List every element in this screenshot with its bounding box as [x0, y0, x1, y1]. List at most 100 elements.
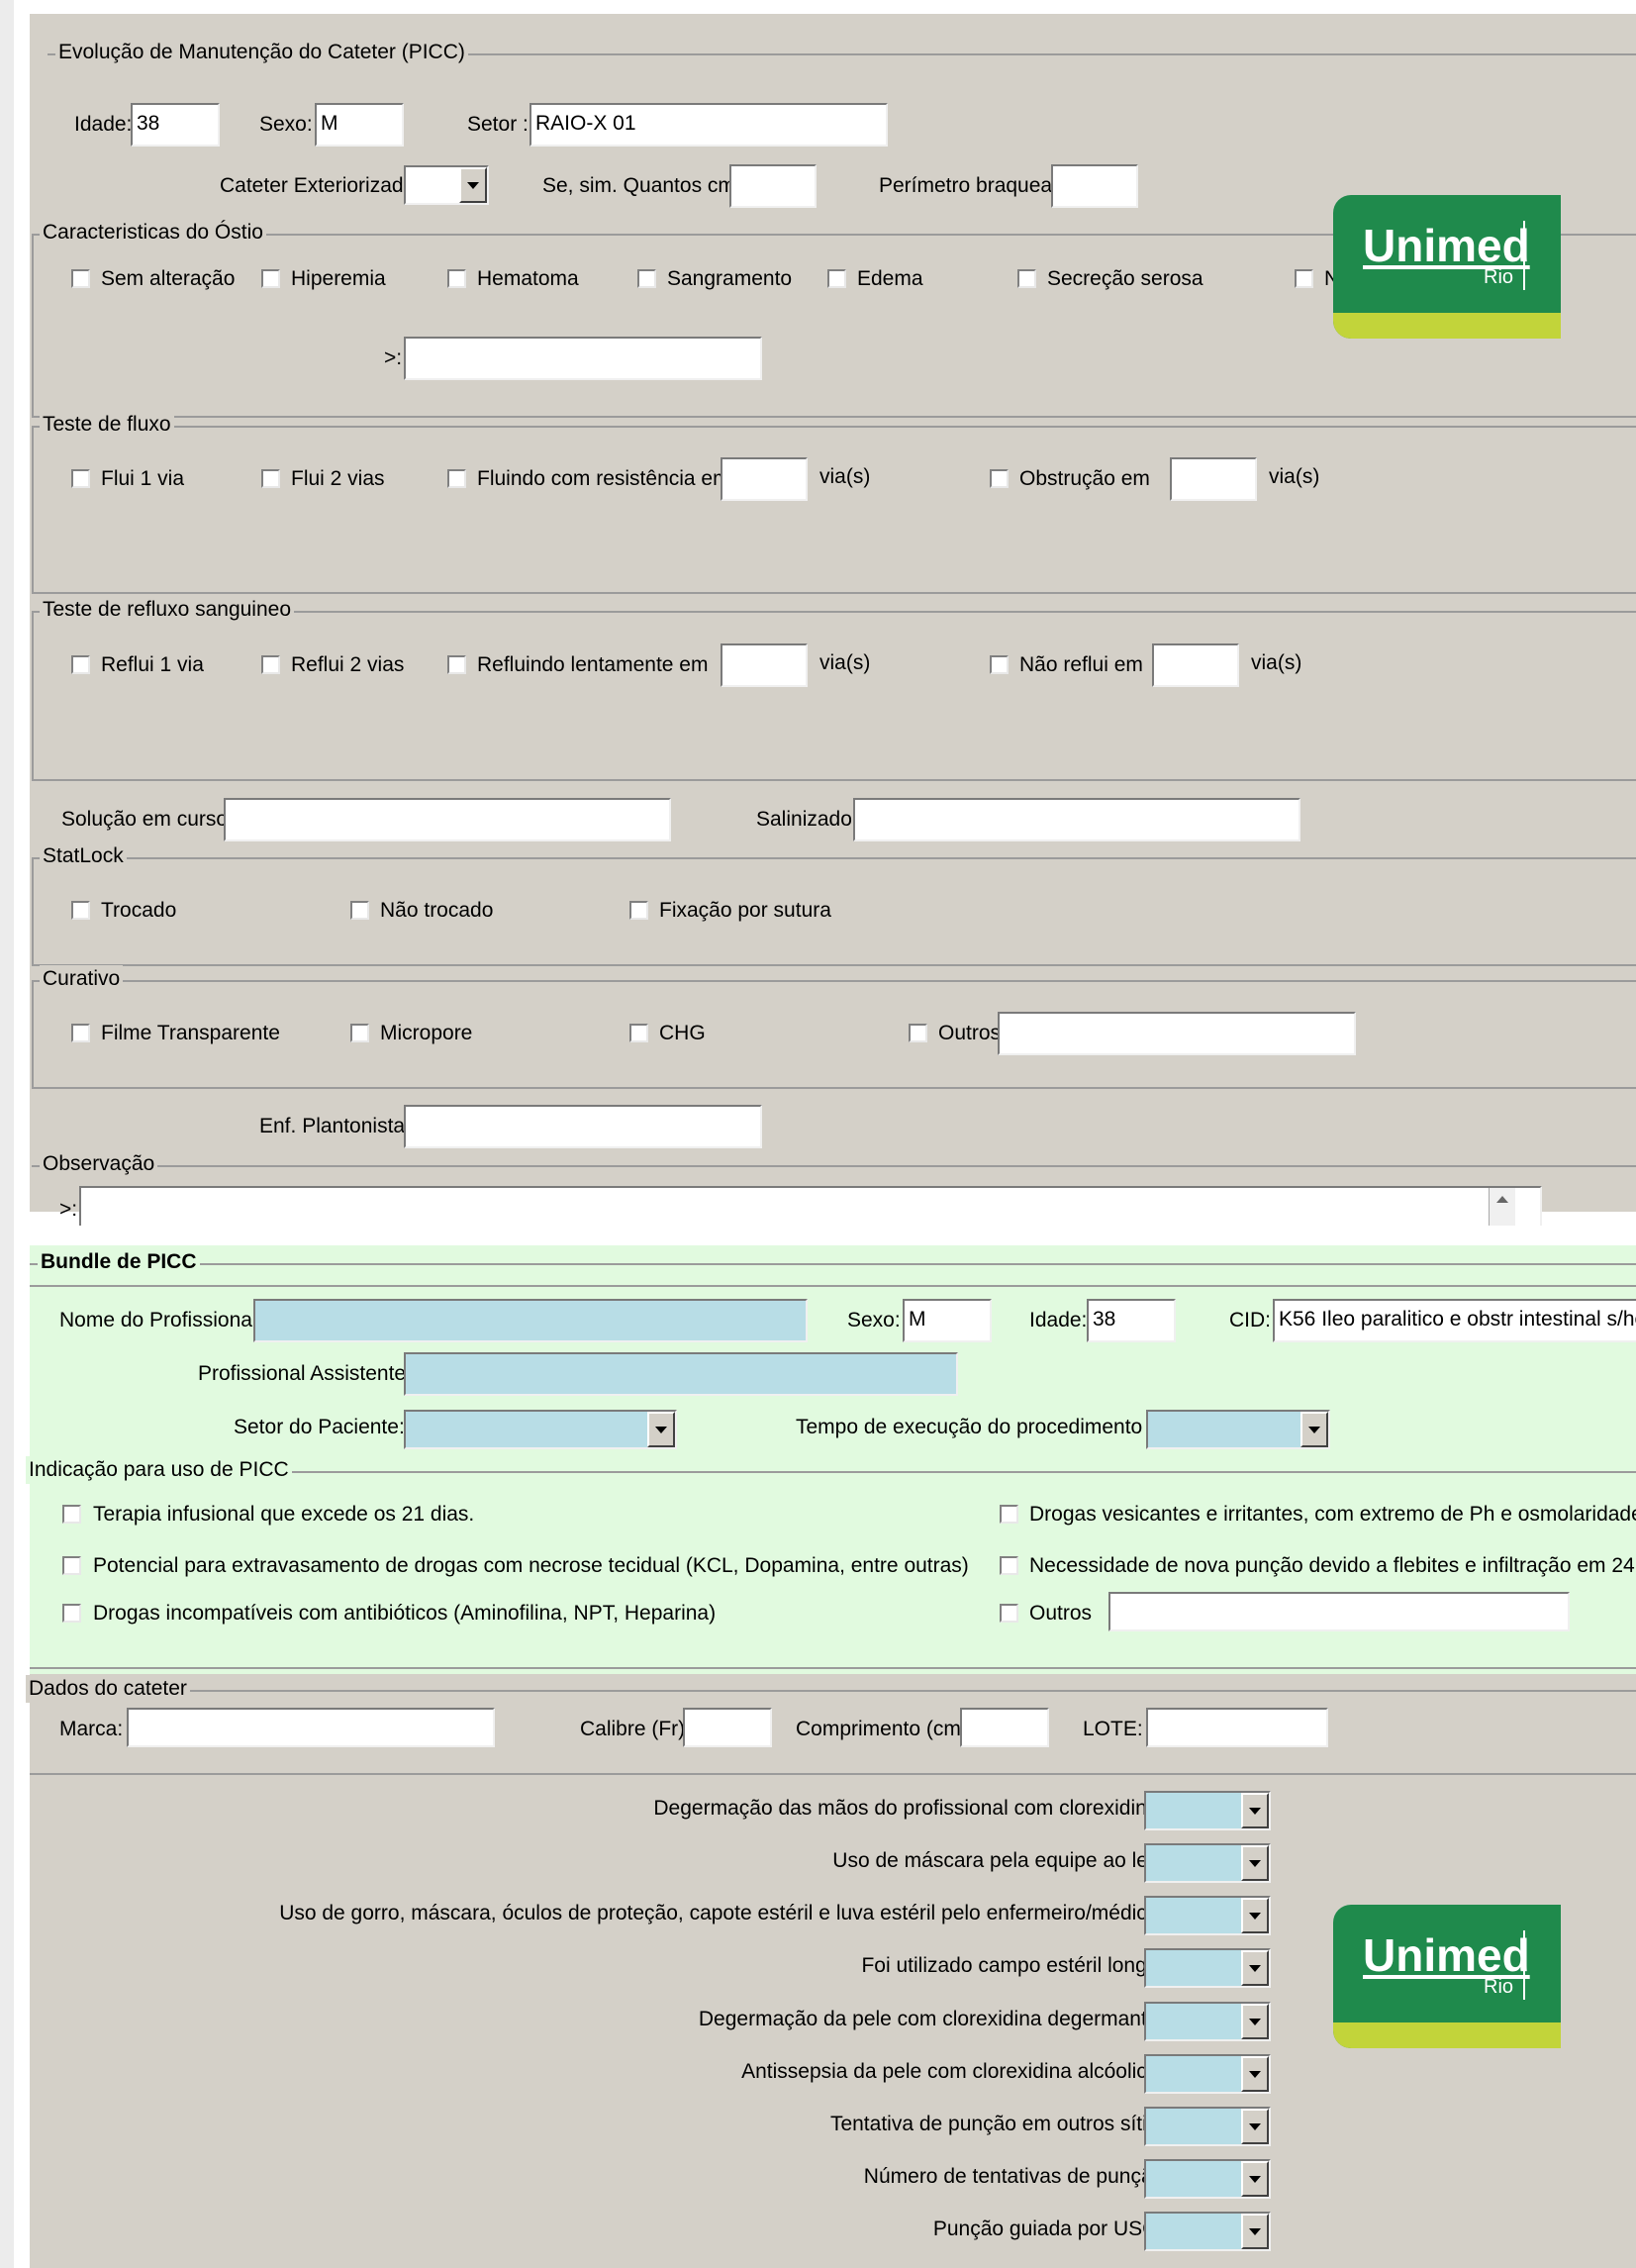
chevron-down-icon[interactable] [1241, 1845, 1269, 1881]
obs-field[interactable] [79, 1186, 1542, 1226]
resist-vias-field[interactable] [721, 457, 808, 501]
flui1-checkbox[interactable] [71, 469, 90, 488]
calibre-field[interactable] [683, 1708, 772, 1747]
chevron-down-icon[interactable] [1241, 2214, 1269, 2249]
ostio-checkbox-3[interactable] [637, 269, 656, 288]
flui2-checkbox[interactable] [261, 469, 280, 488]
ind1-checkbox[interactable] [62, 1505, 81, 1524]
nao-reflui-vias-field[interactable] [1152, 643, 1239, 687]
ind4-label: Necessidade de nova punção devido a fleb… [1029, 1554, 1636, 1577]
ind6-checkbox[interactable] [1000, 1604, 1018, 1623]
statlock-title: StatLock [40, 842, 127, 870]
chevron-down-icon[interactable] [1241, 1793, 1269, 1828]
exteriorizado-select[interactable] [404, 165, 489, 205]
ostio-label-0: Sem alteração [101, 267, 236, 290]
setor-field[interactable]: RAIO-X 01 [529, 103, 888, 147]
solucao-field[interactable] [224, 798, 671, 841]
chevron-down-icon[interactable] [1241, 1950, 1269, 1986]
nome-label: Nome do Profissional: [59, 1309, 263, 1331]
perimetro-field[interactable] [1051, 164, 1138, 208]
setor-paciente-select[interactable] [404, 1410, 677, 1449]
setor-paciente-label: Setor do Paciente: [234, 1416, 405, 1438]
ostio-checkbox-6[interactable] [1295, 269, 1313, 288]
b-sexo-field[interactable]: M [903, 1299, 992, 1342]
question-0-select[interactable] [1144, 1791, 1271, 1830]
logo-stripe [1333, 313, 1561, 339]
obstr-checkbox[interactable] [990, 469, 1009, 488]
question-5-select[interactable] [1144, 2054, 1271, 2094]
nao-trocado-checkbox[interactable] [350, 901, 369, 920]
trocado-checkbox[interactable] [71, 901, 90, 920]
solucao-label: Solução em curso: [61, 808, 234, 831]
chevron-down-icon[interactable] [1241, 2056, 1269, 2092]
filme-checkbox[interactable] [71, 1024, 90, 1042]
b-idade-field[interactable]: 38 [1087, 1299, 1176, 1342]
chevron-down-icon[interactable] [647, 1412, 675, 1447]
chg-checkbox[interactable] [629, 1024, 648, 1042]
marca-label: Marca: [59, 1718, 124, 1740]
obstr-vias-field[interactable] [1170, 457, 1257, 501]
nome-field[interactable] [253, 1299, 808, 1342]
chevron-down-icon[interactable] [459, 167, 487, 203]
question-6-select[interactable] [1144, 2107, 1271, 2146]
marca-field[interactable] [127, 1708, 495, 1747]
lento-checkbox[interactable] [447, 655, 466, 674]
b-idade-label: Idade: [1029, 1309, 1088, 1331]
ostio-checkbox-1[interactable] [261, 269, 280, 288]
chevron-down-icon[interactable] [1241, 1898, 1269, 1933]
ostio-checkbox-4[interactable] [827, 269, 846, 288]
chevron-down-icon[interactable] [1300, 1412, 1328, 1447]
nao-reflui-checkbox[interactable] [990, 655, 1009, 674]
ind1-label: Terapia infusional que excede os 21 dias… [93, 1503, 475, 1526]
resist-checkbox[interactable] [447, 469, 466, 488]
ind2-label: Drogas vesicantes e irritantes, com extr… [1029, 1503, 1636, 1526]
reflui1-checkbox[interactable] [71, 655, 90, 674]
chevron-down-icon[interactable] [1241, 2161, 1269, 2197]
question-4-select[interactable] [1144, 2002, 1271, 2041]
sexo-field[interactable]: M [315, 103, 404, 147]
chevron-down-icon[interactable] [1241, 2004, 1269, 2039]
ind4-checkbox[interactable] [1000, 1556, 1018, 1575]
question-8-select[interactable] [1144, 2212, 1271, 2251]
ind2-checkbox[interactable] [1000, 1505, 1018, 1524]
ind-outros-field[interactable] [1108, 1592, 1570, 1631]
sutura-checkbox[interactable] [629, 901, 648, 920]
question-3-select[interactable] [1144, 1948, 1271, 1988]
micropore-checkbox[interactable] [350, 1024, 369, 1042]
evolucao-title: Evolução de Manutenção do Cateter (PICC) [55, 39, 468, 66]
outros-curativo-field[interactable] [998, 1012, 1356, 1055]
bundle-top-area: Bundle de PICC Nome do Profissional: Sex… [26, 1245, 1636, 1674]
question-1-select[interactable] [1144, 1843, 1271, 1883]
ostio-checkbox-0[interactable] [71, 269, 90, 288]
ostio-checkbox-2[interactable] [447, 269, 466, 288]
ind3-checkbox[interactable] [62, 1556, 81, 1575]
comprimento-field[interactable] [960, 1708, 1049, 1747]
logo-stripe [1333, 2022, 1561, 2048]
cid-field[interactable]: K56 Ileo paralitico e obstr intestinal s… [1273, 1299, 1636, 1342]
chevron-down-icon[interactable] [1241, 2109, 1269, 2144]
ostio-other-field[interactable] [404, 337, 762, 380]
obstr-vias-label: via(s) [1269, 465, 1320, 488]
lento-vias-field[interactable] [721, 643, 808, 687]
quantos-field[interactable] [729, 164, 817, 208]
idade-field[interactable]: 38 [131, 103, 220, 147]
logo-brand: Unimed [1363, 1929, 1530, 1981]
ind5-checkbox[interactable] [62, 1604, 81, 1623]
question-1-label: Uso de máscara pela equipe ao leito: [832, 1849, 1176, 1872]
outros-curativo-checkbox[interactable] [909, 1024, 927, 1042]
scroll-up-icon[interactable] [1490, 1188, 1515, 1212]
unimed-logo-top: Unimed Rio [1333, 195, 1561, 339]
ostio-title: Caracteristicas do Óstio [40, 219, 266, 247]
tempo-select[interactable] [1146, 1410, 1330, 1449]
salinizado-field[interactable] [853, 798, 1300, 841]
reflui2-checkbox[interactable] [261, 655, 280, 674]
exteriorizado-label: Cateter Exteriorizado: [220, 174, 422, 197]
obs-scrollbar[interactable] [1489, 1188, 1515, 1226]
lote-field[interactable] [1146, 1708, 1328, 1747]
enf-field[interactable] [404, 1105, 762, 1148]
ostio-label-3: Sangramento [667, 267, 793, 290]
ostio-checkbox-5[interactable] [1017, 269, 1036, 288]
assistente-field[interactable] [404, 1352, 958, 1396]
question-7-select[interactable] [1144, 2159, 1271, 2199]
question-2-select[interactable] [1144, 1896, 1271, 1935]
